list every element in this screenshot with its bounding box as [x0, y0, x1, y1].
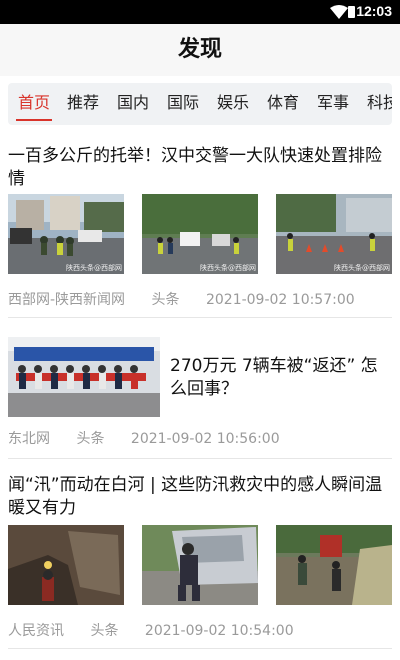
news-meta: 东北网 头条 2021-09-02 10:56:00 — [8, 428, 280, 448]
news-thumbnails: 陕西头条@西部网 陕西头条@西部网 陕西头条@西部网 — [8, 194, 392, 274]
image-watermark: 陕西头条@西部网 — [200, 264, 256, 272]
page-title: 发现 — [177, 37, 222, 62]
news-image-3[interactable]: 陕西头条@西部网 — [276, 194, 392, 274]
news-source: 人民资讯 — [8, 623, 64, 639]
app-header: 发现 — [0, 24, 400, 76]
wifi-icon — [330, 5, 348, 19]
tab-entertainment[interactable]: 娱乐 — [217, 83, 249, 125]
tab-military[interactable]: 军事 — [317, 83, 349, 125]
news-image-2[interactable]: 陕西头条@西部网 — [142, 194, 258, 274]
tab-home[interactable]: 首页 — [15, 83, 53, 125]
category-tab-bar: 首页 推荐 国内 国际 娱乐 体育 军事 科技 — [8, 83, 392, 125]
battery-icon — [348, 6, 355, 18]
news-image-3[interactable] — [276, 525, 392, 605]
news-image-1[interactable] — [8, 337, 160, 417]
news-image-1[interactable] — [8, 525, 124, 605]
news-image-2[interactable] — [142, 525, 258, 605]
news-source: 西部网-陕西新闻网 — [8, 292, 126, 308]
news-time: 2021-09-02 10:54:00 — [144, 623, 294, 639]
news-item-3[interactable]: 闻“汛”而动在白河 | 这些防汛救灾中的感人瞬间温暖又有力 人民资讯 头条 20… — [8, 474, 392, 649]
news-source: 东北网 — [8, 431, 50, 447]
news-image-1[interactable]: 陕西头条@西部网 — [8, 194, 124, 274]
tab-recommend[interactable]: 推荐 — [67, 83, 99, 125]
news-item-1[interactable]: 一百多公斤的托举！汉中交警一大队快速处置排险情 陕西头条@西部网 陕西头条@西部… — [8, 145, 392, 318]
news-tag: 头条 — [76, 431, 105, 447]
news-tag: 头条 — [151, 292, 180, 308]
status-time: 12:03 — [356, 3, 392, 19]
tab-technology[interactable]: 科技 — [367, 83, 392, 125]
tab-sports[interactable]: 体育 — [267, 83, 299, 125]
tab-international[interactable]: 国际 — [167, 83, 199, 125]
news-title[interactable]: 270万元 7辆车被“返还” 怎么回事？ — [170, 355, 384, 401]
news-meta: 人民资讯 头条 2021-09-02 10:54:00 — [8, 620, 294, 640]
tab-domestic[interactable]: 国内 — [117, 83, 149, 125]
image-watermark: 陕西头条@西部网 — [334, 264, 390, 272]
news-item-2[interactable]: 270万元 7辆车被“返还” 怎么回事？ 东北网 头条 2021-09-02 1… — [8, 337, 392, 459]
image-watermark: 陕西头条@西部网 — [66, 264, 122, 272]
news-title[interactable]: 一百多公斤的托举！汉中交警一大队快速处置排险情 — [8, 145, 392, 191]
news-time: 2021-09-02 10:56:00 — [130, 431, 280, 447]
news-meta: 西部网-陕西新闻网 头条 2021-09-02 10:57:00 — [8, 289, 355, 309]
news-title[interactable]: 闻“汛”而动在白河 | 这些防汛救灾中的感人瞬间温暖又有力 — [8, 474, 392, 520]
news-tag: 头条 — [90, 623, 119, 639]
status-bar: 12:03 — [0, 0, 400, 24]
news-time: 2021-09-02 10:57:00 — [205, 292, 355, 308]
news-thumbnails — [8, 525, 392, 605]
